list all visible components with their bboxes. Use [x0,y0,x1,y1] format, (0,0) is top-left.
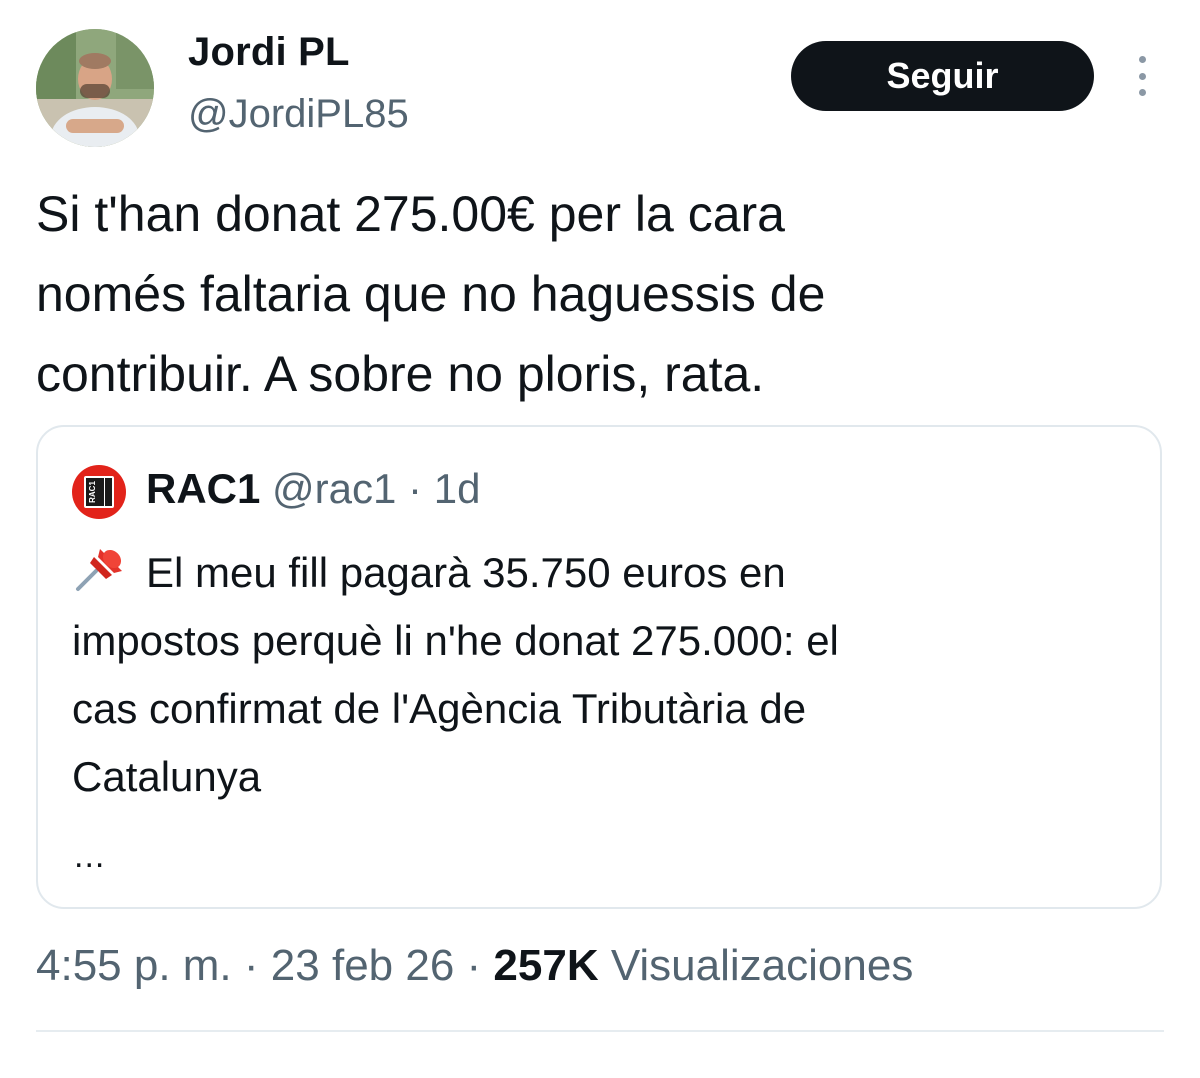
divider [36,1030,1164,1032]
tweet-text-line: contribuir. A sobre no ploris, rata. [36,346,765,402]
quote-ellipsis: ... [74,837,106,875]
rac1-logo-text: RAC1 [88,481,97,503]
views-count[interactable]: 257K [493,941,598,990]
footer-separator: · [466,941,482,990]
follow-button[interactable]: Seguir [791,41,1094,111]
quote-text-line: Catalunya [72,753,262,800]
rac1-avatar[interactable]: RAC1 [72,465,126,519]
tweet-text-line: Si t'han donat 275.00€ per la cara [36,186,785,242]
quote-time[interactable]: 1d [434,465,481,512]
views-label[interactable]: Visualizaciones [611,941,913,990]
author-handle[interactable]: @JordiPL85 [188,88,409,140]
tweet-text: Si t'han donat 275.00€ per la cara només… [36,174,1156,414]
author-avatar[interactable] [36,29,154,147]
quote-text-line: El meu fill pagarà 35.750 euros en [72,539,1132,607]
quote-text-line: cas confirmat de l'Agència Tributària de [72,685,807,732]
tweet: Jordi PL @JordiPL85 Seguir Si t'han dona… [0,0,1200,1078]
quote-text-line: impostos perquè li n'he donat 275.000: e… [72,617,839,664]
more-dot [1138,72,1146,80]
more-vertical-icon[interactable] [1128,56,1156,96]
pushpin-icon [76,549,122,591]
footer-separator: · [243,941,259,990]
quote-separator: · [408,465,423,512]
quote-text-line-first: El meu fill pagarà 35.750 euros en [146,549,786,596]
more-dot [1138,56,1146,63]
tweet-text-line: només faltaria que no haguessis de [36,266,826,322]
quote-author-handle[interactable]: @rac1 [272,465,396,512]
author-display-name[interactable]: Jordi PL [188,26,350,78]
quote-author-name[interactable]: RAC1 [146,465,260,512]
more-dot [1138,89,1146,96]
quoted-tweet[interactable]: RAC1 RAC1 @rac1 · 1d El meu fill pagarà … [36,425,1162,909]
quote-header: RAC1 @rac1 · 1d [146,461,480,517]
quote-text: El meu fill pagarà 35.750 euros en impos… [72,539,1132,811]
tweet-date[interactable]: 23 feb 26 [271,941,455,990]
tweet-time[interactable]: 4:55 p. m. [36,941,232,990]
tweet-footer: 4:55 p. m. · 23 feb 26 · 257K Visualizac… [36,938,913,994]
